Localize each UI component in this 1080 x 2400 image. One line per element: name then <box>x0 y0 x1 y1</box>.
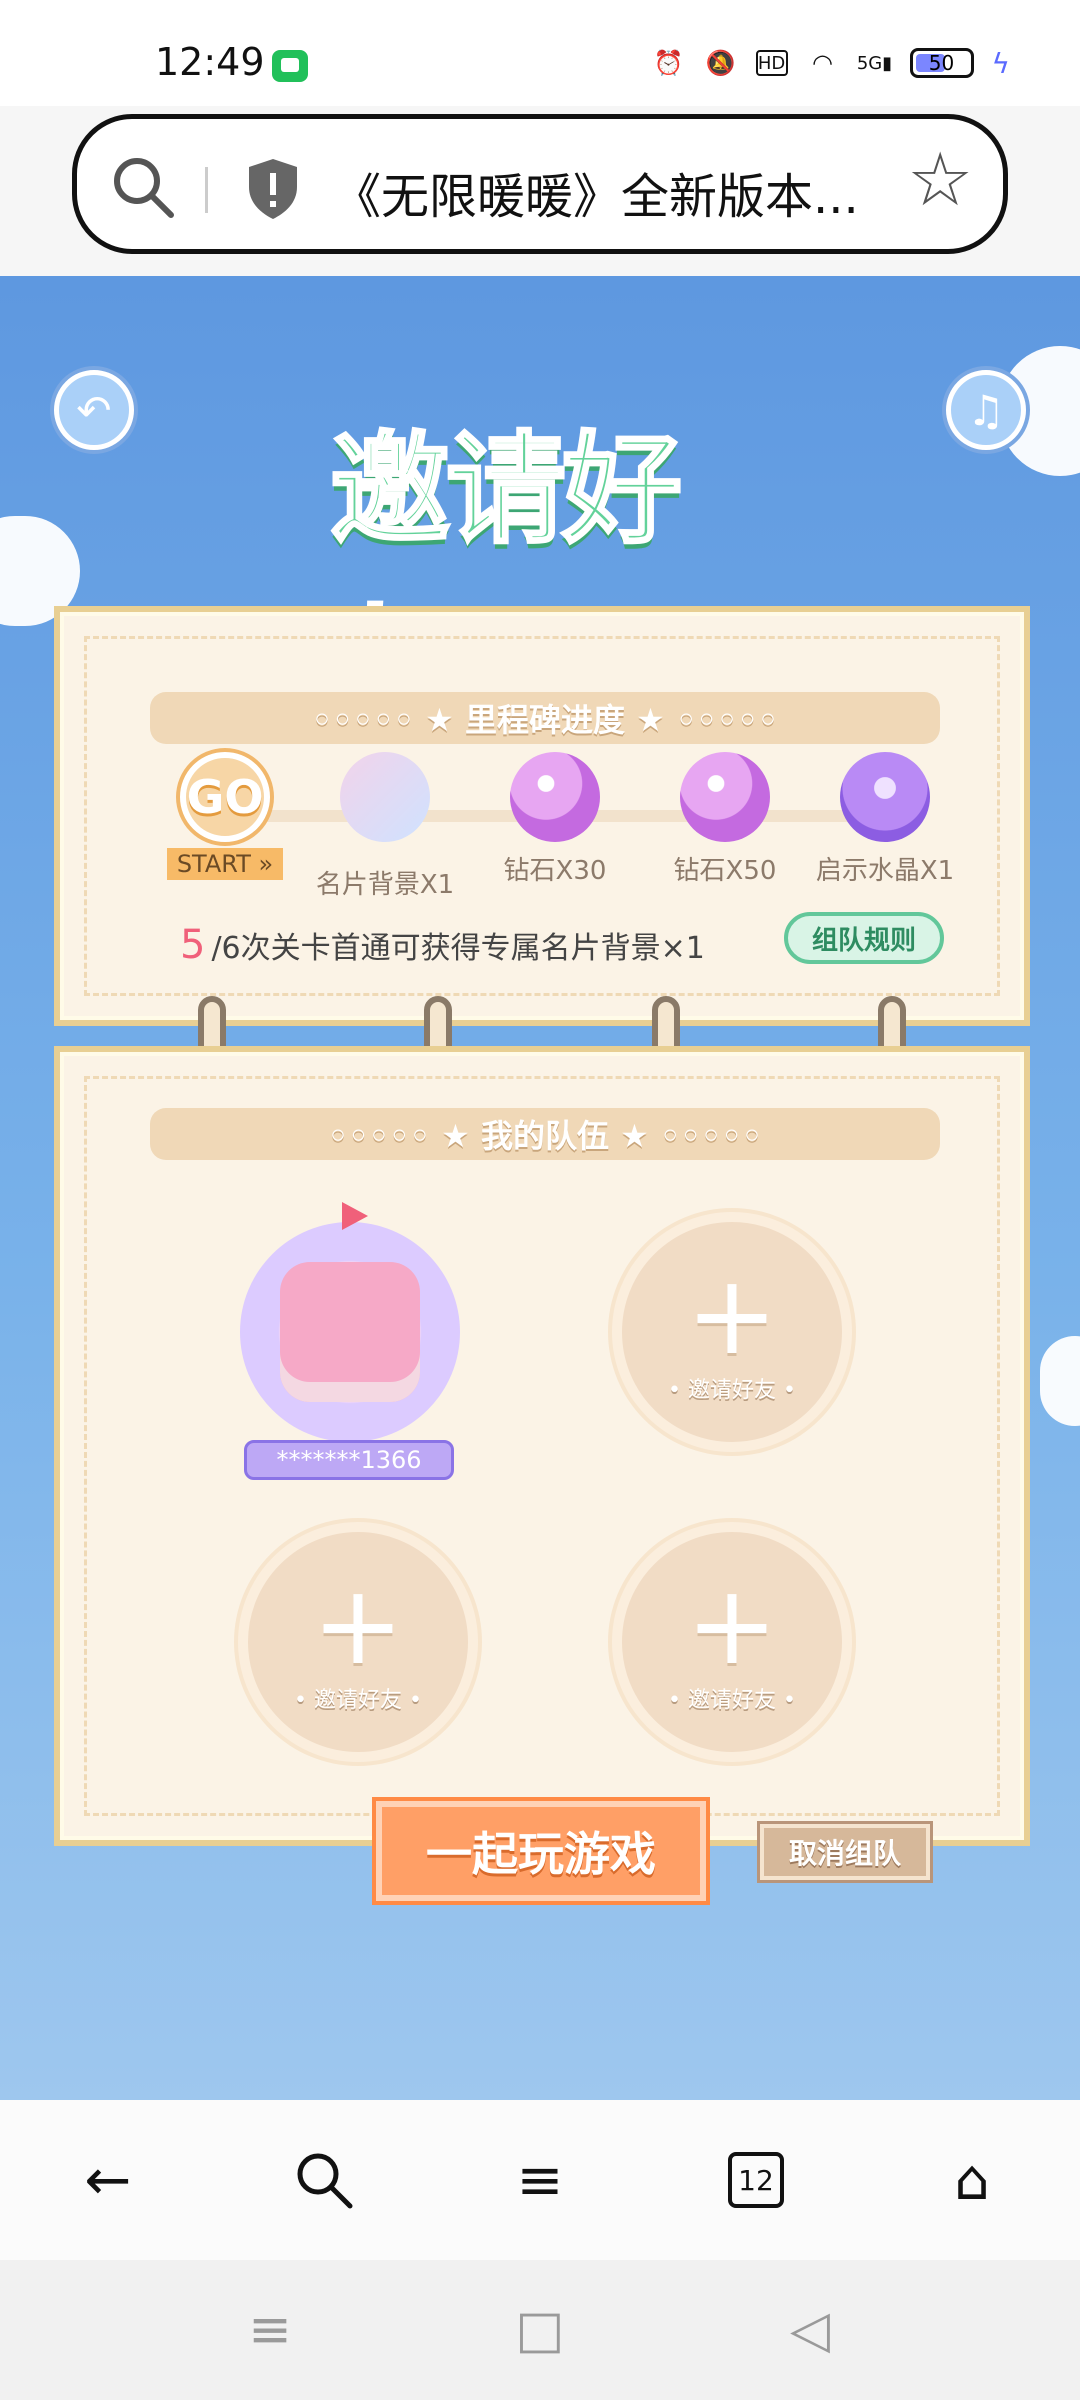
crystal-icon <box>840 752 930 842</box>
diamond-icon <box>680 752 770 842</box>
milestone-panel: ◦◦◦◦◦ ★ 里程碑进度 ★ ◦◦◦◦◦ GO START » 名片背景X1 … <box>54 606 1030 1026</box>
milestone-diamond-50[interactable]: 钻石X50 <box>650 752 800 887</box>
milestone-track: GO START » 名片背景X1 钻石X30 钻石X50 启示水晶X1 <box>150 752 954 912</box>
diamond-icon <box>510 752 600 842</box>
back-arrow-icon[interactable]: ← <box>68 2140 148 2220</box>
team-header: ◦◦◦◦◦ ★ 我的队伍 ★ ◦◦◦◦◦ <box>150 1108 940 1160</box>
team-member-slot[interactable]: *******1366 <box>220 1202 480 1502</box>
invite-label: • 邀请好友 • <box>668 1378 796 1403</box>
security-shield-icon[interactable] <box>245 157 301 221</box>
card-background-icon <box>340 752 430 842</box>
battery-level: 50 <box>928 51 955 75</box>
status-bar: 12:49 ⏰ 🔕 HD ◠ 5G▮ 50 ϟ <box>0 0 1080 106</box>
member-avatar <box>240 1222 460 1442</box>
status-icons: ⏰ 🔕 HD ◠ 5G▮ 50 ϟ <box>652 46 1010 80</box>
battery-icon: 50 <box>909 48 974 78</box>
invite-friend-slot[interactable]: + • 邀请好友 • <box>612 1212 852 1452</box>
status-time: 12:49 <box>155 40 265 84</box>
search-icon[interactable] <box>109 153 179 223</box>
milestone-label: 钻石X50 <box>673 856 777 886</box>
milestone-card-bg[interactable]: 名片背景X1 <box>310 752 460 901</box>
start-tag: START » <box>166 848 284 880</box>
5g-signal-icon: 5G▮ <box>856 52 893 74</box>
home-square-icon[interactable]: □ <box>510 2300 570 2360</box>
progress-description: /6次关卡首通可获得专属名片背景×1 <box>211 931 705 966</box>
browser-bottom-nav: ← ≡ 12 ⌂ <box>0 2100 1080 2260</box>
invite-friend-slot[interactable]: + • 邀请好友 • <box>238 1522 478 1762</box>
hd-icon: HD <box>755 50 788 76</box>
milestone-crystal[interactable]: 启示水晶X1 <box>810 752 960 887</box>
milestone-label: 启示水晶X1 <box>815 856 955 886</box>
mute-icon: 🔕 <box>705 49 736 77</box>
wifi-icon: ◠ <box>812 49 833 77</box>
message-app-icon <box>272 50 308 82</box>
system-navigation-bar: ≡ □ ◁ <box>0 2260 1080 2400</box>
address-bar[interactable]: 《无限暖暖》全新版本... ☆ <box>72 114 1008 254</box>
invite-label: • 邀请好友 • <box>294 1688 422 1713</box>
bookmark-star-icon[interactable]: ☆ <box>907 143 973 217</box>
milestone-diamond-30[interactable]: 钻石X30 <box>480 752 630 887</box>
plus-icon: + <box>685 1251 779 1379</box>
home-icon[interactable]: ⌂ <box>932 2140 1012 2220</box>
page-title[interactable]: 《无限暖暖》全新版本... <box>333 157 953 227</box>
team-rules-button[interactable]: 组队规则 <box>784 912 944 964</box>
alarm-icon: ⏰ <box>653 49 684 77</box>
browser-address-area: 《无限暖暖》全新版本... ☆ <box>0 106 1080 276</box>
tabs-icon[interactable]: 12 <box>716 2140 796 2220</box>
milestone-start[interactable]: GO START » <box>150 752 300 880</box>
progress-number: 5 <box>180 922 206 968</box>
progress-text: 5/6次关卡首通可获得专属名片背景×1 <box>180 922 820 968</box>
back-triangle-icon[interactable]: ◁ <box>780 2300 840 2360</box>
milestone-label: 钻石X30 <box>503 856 607 886</box>
plus-icon: + <box>685 1561 779 1689</box>
cloud <box>1040 1336 1080 1426</box>
milestone-label: 名片背景X1 <box>315 870 455 900</box>
tabs-count: 12 <box>728 2152 784 2208</box>
team-panel: ◦◦◦◦◦ ★ 我的队伍 ★ ◦◦◦◦◦ *******1366 + • 邀请好… <box>54 1046 1030 1846</box>
charging-icon: ϟ <box>991 46 1010 80</box>
cancel-team-button[interactable]: 取消组队 <box>760 1824 930 1880</box>
address-separator <box>205 167 208 213</box>
back-button[interactable]: ↶ <box>54 370 134 450</box>
invite-label: • 邀请好友 • <box>668 1688 796 1713</box>
play-together-button[interactable]: 一起玩游戏 <box>376 1801 706 1901</box>
member-name: *******1366 <box>244 1440 454 1480</box>
search-icon[interactable] <box>284 2140 364 2220</box>
music-button[interactable]: ♫ <box>946 370 1026 450</box>
go-icon: GO <box>180 752 270 842</box>
milestone-header: ◦◦◦◦◦ ★ 里程碑进度 ★ ◦◦◦◦◦ <box>150 692 940 744</box>
plus-icon: + <box>311 1561 405 1689</box>
invite-friend-slot[interactable]: + • 邀请好友 • <box>612 1522 852 1762</box>
game-viewport: ↶ ♫ 邀请好友 ◦◦◦◦◦ ★ 里程碑进度 ★ ◦◦◦◦◦ GO START … <box>0 276 1080 2100</box>
menu-icon[interactable]: ≡ <box>500 2140 580 2220</box>
recent-apps-icon[interactable]: ≡ <box>240 2300 300 2360</box>
leader-flag-icon <box>342 1202 368 1230</box>
